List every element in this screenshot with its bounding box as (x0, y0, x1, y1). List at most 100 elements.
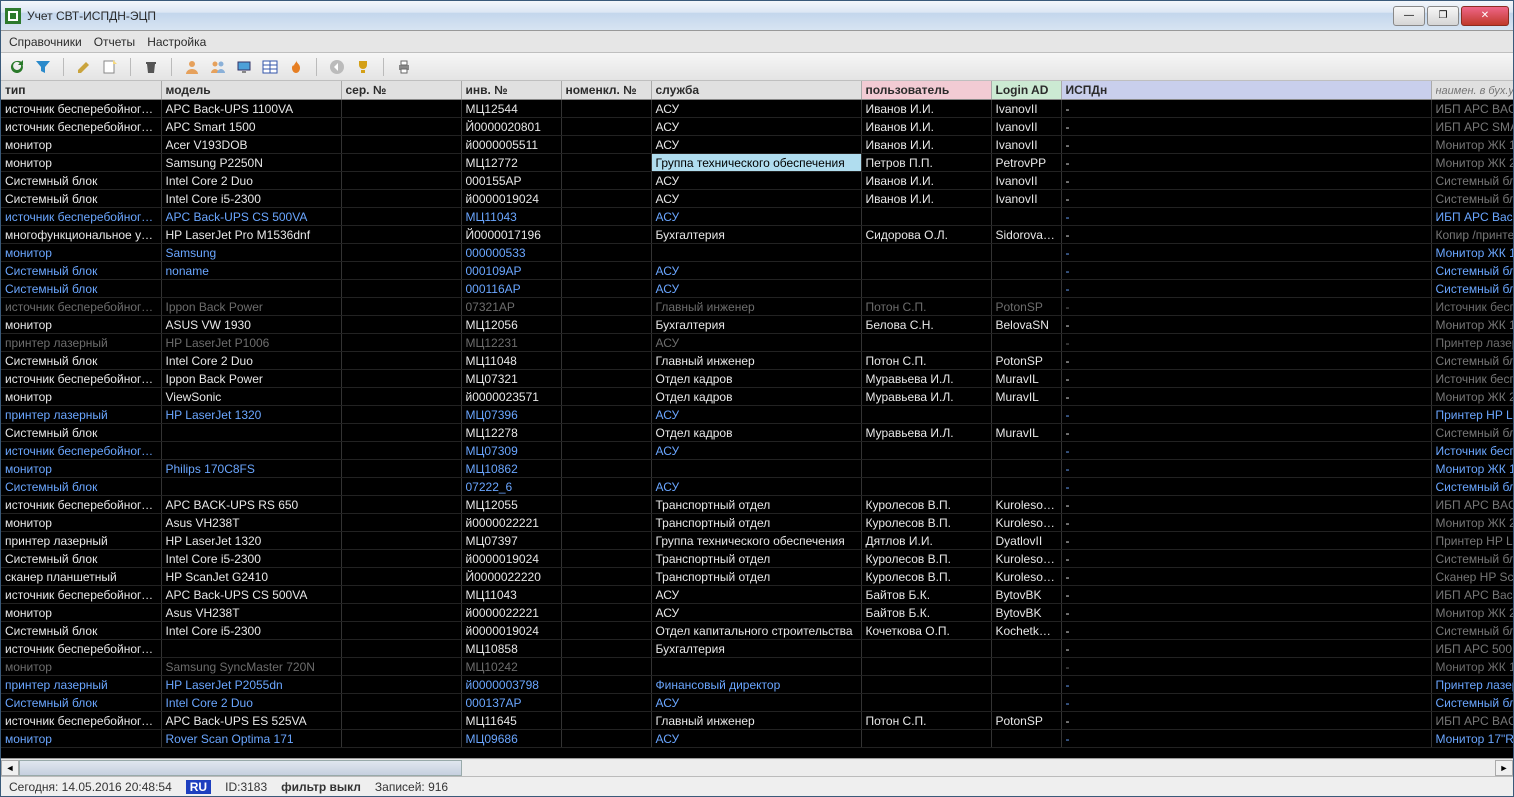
cell: принтер лазерный (1, 532, 161, 550)
table-row[interactable]: Системный блокIntel Core 2 DuoМЦ11048Гла… (1, 352, 1513, 370)
cell: ViewSonic (161, 388, 341, 406)
menu-item-reports[interactable]: Отчеты (94, 35, 135, 49)
cell (561, 496, 651, 514)
table-row[interactable]: мониторPhilips 170C8FSМЦ10862-Монитор ЖК… (1, 460, 1513, 478)
cell: МЦ12278 (461, 424, 561, 442)
column-header[interactable]: модель (161, 81, 341, 100)
column-filter-input[interactable] (1436, 85, 1514, 97)
table-row[interactable]: источник бесперебойного питаМЦ07309АСУ-И… (1, 442, 1513, 460)
cell: Монитор ЖК 17 Самсунг (1431, 244, 1513, 262)
cell (341, 172, 461, 190)
cell (341, 190, 461, 208)
cell (861, 676, 991, 694)
table-row[interactable]: мониторSamsung000000533-Монитор ЖК 17 Са… (1, 244, 1513, 262)
column-header[interactable]: тип (1, 81, 161, 100)
table-row[interactable]: мониторASUS VW 1930МЦ12056БухгалтерияБел… (1, 316, 1513, 334)
cell: Иванов И.И. (861, 136, 991, 154)
column-header[interactable]: служба (651, 81, 861, 100)
cell: - (1061, 226, 1431, 244)
cell (561, 334, 651, 352)
table-row[interactable]: Системный блокIntel Core 2 Duo000155АРАС… (1, 172, 1513, 190)
table-row[interactable]: многофункциональное устройHP LaserJet Pr… (1, 226, 1513, 244)
table-row[interactable]: источник бесперебойного питаAPC Smart 15… (1, 118, 1513, 136)
table-row[interactable]: сканер планшетныйHP ScanJet G2410Й000002… (1, 568, 1513, 586)
maximize-button[interactable]: ❐ (1427, 6, 1459, 26)
filter-icon[interactable] (33, 57, 53, 77)
column-header[interactable]: сер. № (341, 81, 461, 100)
table-row[interactable]: мониторSamsung P2250NМЦ12772Группа техни… (1, 154, 1513, 172)
cell (561, 442, 651, 460)
table-row[interactable]: мониторRover Scan Optima 171МЦ09686АСУ-М… (1, 730, 1513, 748)
table-row[interactable]: принтер лазерныйHP LaserJet P1006МЦ12231… (1, 334, 1513, 352)
column-header[interactable] (1431, 81, 1513, 100)
cell: АСУ (651, 334, 861, 352)
scroll-track[interactable] (19, 760, 1495, 776)
table-row[interactable]: Системный блокIntel Core 2 Duo000137АРАС… (1, 694, 1513, 712)
menu-item-directories[interactable]: Справочники (9, 35, 82, 49)
table-row[interactable]: мониторAcer V193DOBй0000005511АСУИванов … (1, 136, 1513, 154)
trophy-icon[interactable] (353, 57, 373, 77)
table-row[interactable]: Системный блок000116АРАСУ-Системный блок… (1, 280, 1513, 298)
data-grid[interactable]: типмодельсер. №инв. №номенкл. №службапол… (1, 81, 1513, 758)
table-row[interactable]: принтер лазерныйHP LaserJet 1320МЦ07396А… (1, 406, 1513, 424)
cell: й0000019024 (461, 550, 561, 568)
table-row[interactable]: источник бесперебойного питаAPC Back-UPS… (1, 100, 1513, 118)
table-row[interactable]: источник бесперебойного питаМЦ10858Бухга… (1, 640, 1513, 658)
user-icon[interactable] (182, 57, 202, 77)
menu-item-settings[interactable]: Настройка (147, 35, 206, 49)
table-row[interactable]: мониторAsus VH238Tй0000022221АСУБайтов Б… (1, 604, 1513, 622)
table-row[interactable]: Системный блокIntel Core i5-2300й0000019… (1, 550, 1513, 568)
cell (341, 100, 461, 118)
column-header[interactable]: Login AD (991, 81, 1061, 100)
scroll-thumb[interactable] (19, 760, 462, 776)
table-row[interactable]: принтер лазерныйHP LaserJet P2055dnй0000… (1, 676, 1513, 694)
scroll-right-icon[interactable]: ► (1495, 760, 1513, 776)
cell: Источник бесперебойного пита (1431, 298, 1513, 316)
table-row[interactable]: Системный блокМЦ12278Отдел кадровМуравье… (1, 424, 1513, 442)
close-button[interactable]: ✕ (1461, 6, 1509, 26)
table-row[interactable]: источник бесперебойного питаIppon Back P… (1, 298, 1513, 316)
column-header[interactable]: номенкл. № (561, 81, 651, 100)
column-header[interactable]: ИСПДн (1061, 81, 1431, 100)
monitor-icon[interactable] (234, 57, 254, 77)
cell: PotonSP (991, 712, 1061, 730)
fire-icon[interactable] (286, 57, 306, 77)
cell: Intel Core i5-2300 (161, 622, 341, 640)
column-header[interactable]: пользователь (861, 81, 991, 100)
table-row[interactable]: мониторViewSonicй0000023571Отдел кадровМ… (1, 388, 1513, 406)
table-row[interactable]: Системный блокIntel Core i5-2300й0000019… (1, 190, 1513, 208)
delete-icon[interactable] (141, 57, 161, 77)
cell: - (1061, 622, 1431, 640)
cell: 000137АР (461, 694, 561, 712)
table-row[interactable]: принтер лазерныйHP LaserJet 1320МЦ07397Г… (1, 532, 1513, 550)
print-icon[interactable] (394, 57, 414, 77)
refresh-icon[interactable] (7, 57, 27, 77)
table-row[interactable]: источник бесперебойного питаAPC Back-UPS… (1, 712, 1513, 730)
table-row[interactable]: источник бесперебойного питаAPC Back-UPS… (1, 586, 1513, 604)
minimize-button[interactable]: — (1393, 6, 1425, 26)
cell: Intel Core i5-2300 (161, 190, 341, 208)
back-icon[interactable] (327, 57, 347, 77)
scroll-left-icon[interactable]: ◄ (1, 760, 19, 776)
table-row[interactable]: мониторSamsung SyncMaster 720NМЦ10242-Мо… (1, 658, 1513, 676)
cell: HP LaserJet P2055dn (161, 676, 341, 694)
window-title: Учет СВТ-ИСПДН-ЭЦП (27, 9, 1393, 23)
table-icon[interactable] (260, 57, 280, 77)
table-row[interactable]: источник бесперебойного питаAPC BACK-UPS… (1, 496, 1513, 514)
cell: KurolesovVP (991, 496, 1061, 514)
table-row[interactable]: источник бесперебойного питаIppon Back P… (1, 370, 1513, 388)
table-row[interactable]: источник бесперебойного питаAPC Back-UPS… (1, 208, 1513, 226)
edit-icon[interactable] (74, 57, 94, 77)
horizontal-scrollbar[interactable]: ◄ ► (1, 758, 1513, 776)
table-row[interactable]: мониторAsus VH238Tй0000022221Транспортны… (1, 514, 1513, 532)
cell: Монитор ЖК 17,0 Самсунг 720 (1431, 658, 1513, 676)
table-row[interactable]: Системный блокnoname000109АРАСУ-Системны… (1, 262, 1513, 280)
cell: Philips 170C8FS (161, 460, 341, 478)
table-row[interactable]: Системный блокIntel Core i5-2300й0000019… (1, 622, 1513, 640)
column-header[interactable]: инв. № (461, 81, 561, 100)
cell: Acer V193DOB (161, 136, 341, 154)
cell (561, 352, 651, 370)
table-row[interactable]: Системный блок07222_6АСУ-Системный блок … (1, 478, 1513, 496)
users-icon[interactable] (208, 57, 228, 77)
new-icon[interactable] (100, 57, 120, 77)
